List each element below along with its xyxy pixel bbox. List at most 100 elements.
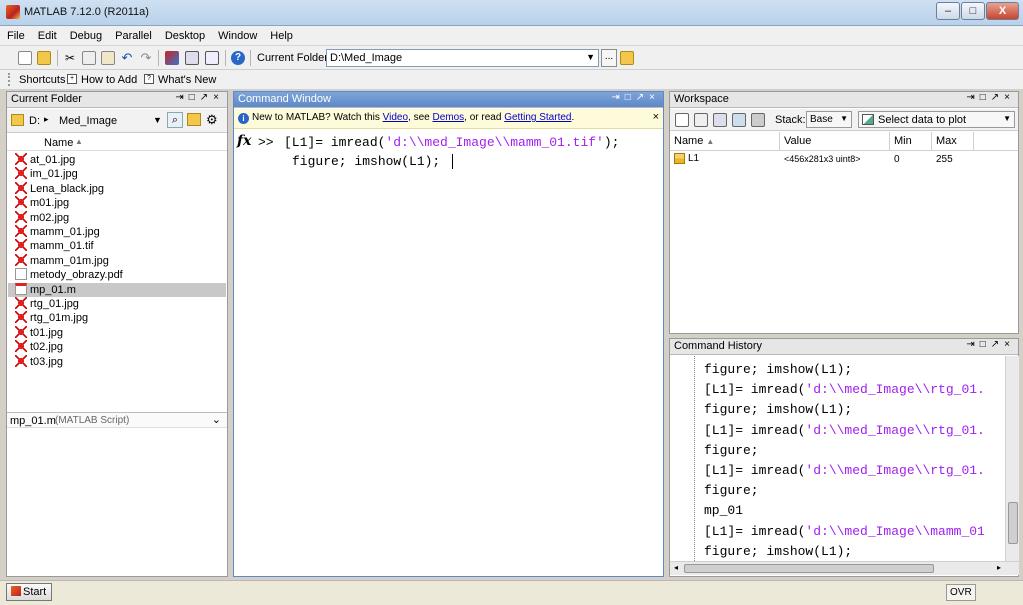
go-up-folder-icon[interactable]	[620, 51, 634, 65]
scroll-left-icon[interactable]: ◂	[674, 563, 678, 572]
list-item[interactable]: t01.jpg	[15, 325, 63, 340]
help-icon[interactable]: ?	[231, 51, 245, 65]
column-max-header[interactable]: Max	[932, 132, 974, 150]
column-name-header[interactable]: Name ▲	[670, 132, 780, 150]
getting-started-link[interactable]: Getting Started	[504, 112, 571, 123]
browse-folder-button[interactable]: ...	[601, 49, 617, 67]
import-data-icon[interactable]	[713, 113, 727, 127]
new-variable-icon[interactable]	[675, 113, 689, 127]
menu-parallel[interactable]: Parallel	[108, 26, 158, 42]
video-link[interactable]: Video	[383, 112, 408, 123]
chevron-down-icon[interactable]: ⌄	[212, 413, 221, 426]
scroll-right-icon[interactable]: ▸	[997, 563, 1001, 572]
list-item[interactable]: at_01.jpg	[15, 153, 75, 167]
open-folder-icon[interactable]	[37, 51, 51, 65]
list-item[interactable]: m01.jpg	[15, 196, 69, 210]
history-item[interactable]: [L1]= imread('d:\\med_Image\\mamm_01	[704, 524, 985, 539]
minimize-button[interactable]: –	[936, 2, 960, 20]
delete-variable-icon[interactable]	[751, 113, 765, 127]
save-workspace-icon[interactable]	[732, 113, 746, 127]
how-to-add-link[interactable]: How to Add	[81, 74, 137, 86]
text-cursor	[452, 154, 453, 169]
column-value-header[interactable]: Value	[780, 132, 890, 150]
plot-icon	[862, 114, 874, 125]
close-button[interactable]: X	[986, 2, 1019, 20]
column-min-header[interactable]: Min	[890, 132, 932, 150]
list-item[interactable]: t02.jpg	[15, 340, 63, 354]
list-item[interactable]: im_01.jpg	[15, 167, 78, 181]
list-item[interactable]: mp_01.m	[8, 282, 226, 297]
list-item[interactable]: mamm_01.tif	[15, 239, 94, 253]
history-horizontal-scrollbar[interactable]: ◂ ▸	[670, 561, 1019, 575]
list-item[interactable]: metody_obrazy.pdf	[15, 268, 123, 282]
panel-controls[interactable]: ⇥□↗×	[611, 92, 660, 103]
list-item[interactable]: rtg_01m.jpg	[15, 311, 88, 325]
panel-controls[interactable]: ⇥□↗×	[966, 92, 1015, 103]
folder-name-label[interactable]: Med_Image	[59, 115, 117, 127]
workspace-title: Workspace	[674, 93, 729, 105]
new-file-icon[interactable]	[18, 51, 32, 65]
history-item[interactable]: figure; imshow(L1);	[704, 544, 852, 559]
menu-window[interactable]: Window	[211, 26, 263, 42]
chevron-down-icon[interactable]: ▼	[586, 52, 595, 62]
cut-icon[interactable]: ✂	[63, 51, 77, 65]
gear-icon[interactable]: ⚙	[206, 112, 218, 128]
start-button[interactable]: Start	[6, 583, 52, 601]
whats-new-link[interactable]: What's New	[158, 74, 216, 86]
list-item[interactable]: rtg_01.jpg	[15, 297, 79, 311]
list-item[interactable]: m02.jpg	[15, 210, 69, 225]
copy-icon[interactable]	[82, 51, 96, 65]
history-item[interactable]: figure; imshow(L1);	[704, 402, 852, 417]
drive-label[interactable]: D:	[29, 115, 40, 127]
list-item[interactable]: t03.jpg	[15, 354, 63, 369]
menu-edit[interactable]: Edit	[31, 26, 63, 42]
current-folder-field[interactable]: D:\Med_Image ▼	[326, 49, 599, 67]
history-item[interactable]: figure; imshow(L1);	[704, 362, 852, 377]
list-item[interactable]: Lena_black.jpg	[15, 181, 104, 196]
history-item[interactable]: [L1]= imread('d:\\med_Image\\rtg_01.	[704, 423, 985, 438]
search-icon[interactable]: ⌕	[167, 112, 183, 128]
history-item[interactable]: figure;	[704, 483, 759, 498]
history-item[interactable]: [L1]= imread('d:\\med_Image\\rtg_01.	[704, 463, 985, 478]
menu-help[interactable]: Help	[263, 26, 299, 42]
menu-desktop[interactable]: Desktop	[158, 26, 211, 42]
main-toolbar: ✂ ↶ ↷ ? Current Folder: D:\Med_Image ▼ .…	[0, 46, 1023, 70]
history-item[interactable]: mp_01	[704, 503, 743, 518]
details-bar[interactable]: mp_01.m (MATLAB Script) ⌄	[7, 412, 227, 428]
stack-select[interactable]: Base ▼	[806, 111, 852, 128]
guide-icon[interactable]	[185, 51, 199, 65]
file-list-header[interactable]: Name ▲	[7, 133, 227, 151]
folder-up-icon[interactable]	[187, 113, 201, 126]
history-vertical-scrollbar[interactable]	[1005, 356, 1019, 561]
matlab-start-icon	[11, 586, 21, 596]
chevron-down-icon[interactable]: ▼	[153, 115, 162, 125]
panel-controls[interactable]: ⇥□↗×	[175, 92, 224, 103]
maximize-button[interactable]: □	[961, 2, 985, 20]
file-name: at_01.jpg	[30, 154, 76, 166]
list-item[interactable]: mamm_01m.jpg	[15, 253, 109, 268]
open-variable-icon[interactable]	[694, 113, 708, 127]
command-input-area[interactable]: >> [L1]= imread('d:\\med_Image\\mamm_01.…	[254, 130, 663, 576]
grip-handle[interactable]	[8, 73, 10, 86]
redo-icon[interactable]: ↷	[139, 51, 153, 65]
history-list: figure; imshow(L1); [L1]= imread('d:\\med…	[670, 356, 1004, 561]
simulink-icon[interactable]	[165, 51, 179, 65]
menu-file[interactable]: File	[0, 26, 31, 42]
close-banner-icon[interactable]: ×	[653, 111, 659, 123]
history-item[interactable]: figure;	[704, 443, 759, 458]
history-item[interactable]: [L1]= imread('d:\\med_Image\\rtg_01.	[704, 382, 985, 397]
panel-controls[interactable]: ⇥□↗×	[966, 339, 1015, 350]
function-browser-icon[interactable]: fx	[237, 133, 251, 149]
menu-debug[interactable]: Debug	[63, 26, 108, 42]
demos-link[interactable]: Demos	[432, 112, 464, 123]
scroll-thumb[interactable]	[1008, 502, 1018, 544]
column-name-header[interactable]: Name	[44, 137, 73, 149]
scroll-thumb[interactable]	[684, 564, 934, 573]
table-row[interactable]: L1 <456x281x3 uint8> 0 255	[670, 152, 1018, 167]
undo-icon[interactable]: ↶	[120, 51, 134, 65]
list-item[interactable]: mamm_01.jpg	[15, 225, 100, 239]
current-folder-header: Current Folder ⇥□↗×	[7, 92, 227, 108]
profiler-icon[interactable]	[205, 51, 219, 65]
paste-icon[interactable]	[101, 51, 115, 65]
plot-selector[interactable]: Select data to plot ▼	[858, 111, 1015, 128]
